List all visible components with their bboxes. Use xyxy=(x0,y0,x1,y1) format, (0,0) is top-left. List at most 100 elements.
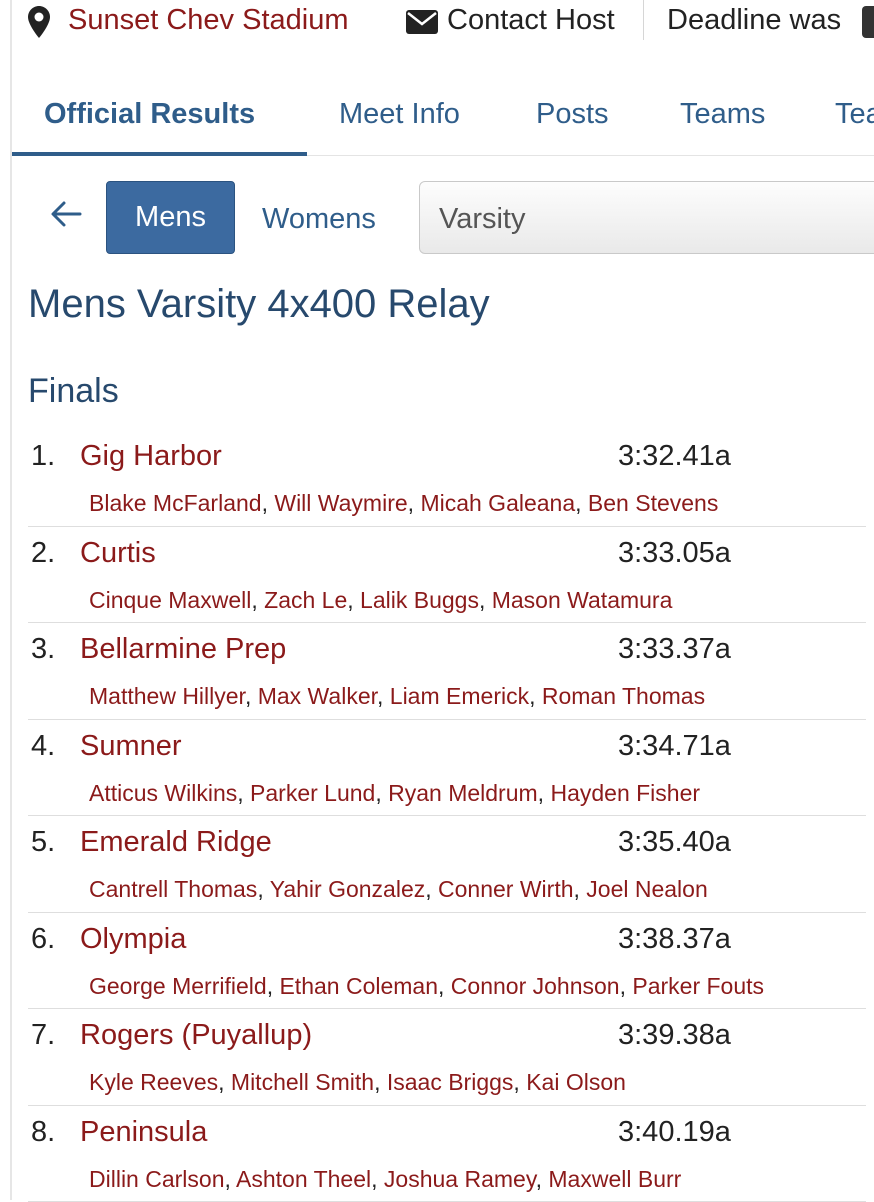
athlete-link[interactable]: Liam Emerick xyxy=(390,683,529,709)
separator: , xyxy=(237,780,250,806)
team-link[interactable]: Bellarmine Prep xyxy=(80,633,286,666)
separator: , xyxy=(538,780,551,806)
athlete-link[interactable]: George Merrifield xyxy=(89,973,267,999)
separator: , xyxy=(257,876,269,902)
athlete-link[interactable]: Isaac Briggs xyxy=(387,1069,514,1095)
athlete-link[interactable]: Ryan Meldrum xyxy=(388,780,538,806)
result-row: 4. Sumner 3:34.71a Atticus Wilkins, Parker … xyxy=(28,720,866,817)
athlete-link[interactable]: Ethan Coleman xyxy=(279,973,438,999)
deadline-text: Deadline was xyxy=(667,4,841,37)
athletes-list: Matthew Hillyer, Max Walker, Liam Emeric… xyxy=(89,683,705,710)
team-link[interactable]: Emerald Ridge xyxy=(80,826,272,859)
result-time: 3:34.71a xyxy=(618,730,731,763)
arrow-left-icon[interactable] xyxy=(50,200,82,233)
separator: , xyxy=(425,876,438,902)
place-number: 1. xyxy=(31,440,55,473)
mens-button[interactable]: Mens xyxy=(106,181,235,254)
envelope-icon[interactable] xyxy=(406,10,438,39)
athlete-link[interactable]: Ben Stevens xyxy=(588,490,718,516)
result-row: 5.Emerald Ridge3:35.40aCantrell Thomas, … xyxy=(28,816,866,913)
athletes-list: Atticus Wilkins, Parker Lund, Ryan Meldr… xyxy=(89,780,700,807)
contact-host-link[interactable]: Contact Host xyxy=(447,4,615,37)
separator: , xyxy=(575,490,588,516)
separator: , xyxy=(218,1069,231,1095)
team-link[interactable]: Olympia xyxy=(80,923,186,956)
athlete-link[interactable]: Atticus Wilkins xyxy=(89,780,237,806)
athlete-link[interactable]: Yahir Gonzalez xyxy=(270,876,426,902)
separator: , xyxy=(374,1069,387,1095)
athlete-link[interactable]: Cantrell Thomas xyxy=(89,876,257,902)
team-link[interactable]: Gig Harbor xyxy=(80,440,222,473)
separator: , xyxy=(574,876,587,902)
place-number: 5. xyxy=(31,826,55,859)
athletes-list: Cantrell Thomas, Yahir Gonzalez, Conner … xyxy=(89,876,708,903)
athlete-link[interactable]: Blake McFarland xyxy=(89,490,262,516)
team-link[interactable]: Rogers (Puyallup) xyxy=(80,1019,312,1052)
athlete-link[interactable]: Connor Johnson xyxy=(451,973,620,999)
athlete-link[interactable]: Hayden Fisher xyxy=(550,780,700,806)
separator: , xyxy=(224,1166,236,1192)
athlete-link[interactable]: Maxwell Burr xyxy=(548,1166,681,1192)
separator: , xyxy=(347,587,360,613)
result-time: 3:32.41a xyxy=(618,440,731,473)
results-list: 1. Gig Harbor 3:32.41a Blake McFarland, Wil… xyxy=(28,430,866,1202)
result-row: 7.Rogers (Puyallup)3:39.38aKyle Reeves, … xyxy=(28,1009,866,1106)
place-number: 8. xyxy=(31,1116,55,1149)
separator: , xyxy=(375,780,388,806)
separator: , xyxy=(513,1069,526,1095)
result-time: 3:33.37a xyxy=(618,633,731,666)
team-link[interactable]: Curtis xyxy=(80,537,156,570)
place-number: 2. xyxy=(31,537,55,570)
round-heading: Finals xyxy=(28,372,119,411)
athletes-list: George Merrifield, Ethan Coleman, Connor… xyxy=(89,973,764,1000)
place-number: 4. xyxy=(31,730,55,763)
place-number: 6. xyxy=(31,923,55,956)
info-icon xyxy=(862,6,874,38)
athlete-link[interactable]: Micah Galeana xyxy=(420,490,575,516)
tab-posts[interactable]: Posts xyxy=(536,98,609,131)
level-select-value: Varsity xyxy=(439,203,525,236)
athletes-list: Kyle Reeves, Mitchell Smith, Isaac Brigg… xyxy=(89,1069,626,1096)
athlete-link[interactable]: Ashton Theel xyxy=(236,1166,371,1192)
tab-meet-info[interactable]: Meet Info xyxy=(339,98,460,131)
athlete-link[interactable]: Parker Fouts xyxy=(632,973,764,999)
tab-official-results[interactable]: Official Results xyxy=(44,98,255,131)
separator: , xyxy=(408,490,421,516)
athlete-link[interactable]: Lalik Buggs xyxy=(360,587,479,613)
athlete-link[interactable]: Joel Nealon xyxy=(586,876,707,902)
athlete-link[interactable]: Cinque Maxwell xyxy=(89,587,251,613)
athlete-link[interactable]: Mitchell Smith xyxy=(231,1069,374,1095)
athlete-link[interactable]: Max Walker xyxy=(258,683,377,709)
athlete-link[interactable]: Zach Le xyxy=(264,587,347,613)
athlete-link[interactable]: Will Waymire xyxy=(274,490,407,516)
result-row: 1. Gig Harbor 3:32.41a Blake McFarland, Wil… xyxy=(28,430,866,527)
athletes-list: Blake McFarland, Will Waymire, Micah Gal… xyxy=(89,490,718,517)
athlete-link[interactable]: Matthew Hillyer xyxy=(89,683,245,709)
level-select[interactable]: Varsity xyxy=(419,181,874,254)
athlete-link[interactable]: Kai Olson xyxy=(526,1069,626,1095)
athlete-link[interactable]: Conner Wirth xyxy=(438,876,573,902)
tab-team-scores[interactable]: Tea xyxy=(835,98,874,131)
venue-link[interactable]: Sunset Chev Stadium xyxy=(68,4,348,37)
athlete-link[interactable]: Kyle Reeves xyxy=(89,1069,218,1095)
team-link[interactable]: Sumner xyxy=(80,730,182,763)
athlete-link[interactable]: Dillin Carlson xyxy=(89,1166,224,1192)
event-title: Mens Varsity 4x400 Relay xyxy=(28,282,490,327)
separator: , xyxy=(438,973,451,999)
team-link[interactable]: Peninsula xyxy=(80,1116,207,1149)
tab-bar: Official Results Meet Info Posts Teams T… xyxy=(12,94,874,158)
womens-button[interactable]: Womens xyxy=(262,203,376,236)
athletes-list: Cinque Maxwell, Zach Le, Lalik Buggs, Ma… xyxy=(89,587,672,614)
result-time: 3:39.38a xyxy=(618,1019,731,1052)
separator: , xyxy=(245,683,258,709)
athlete-link[interactable]: Parker Lund xyxy=(250,780,375,806)
athlete-link[interactable]: Joshua Ramey xyxy=(384,1166,536,1192)
athlete-link[interactable]: Roman Thomas xyxy=(542,683,705,709)
separator: , xyxy=(251,587,264,613)
divider xyxy=(643,0,644,40)
separator: , xyxy=(267,973,280,999)
tab-teams[interactable]: Teams xyxy=(680,98,765,131)
active-tab-indicator xyxy=(12,152,307,156)
athlete-link[interactable]: Mason Watamura xyxy=(492,587,673,613)
place-number: 3. xyxy=(31,633,55,666)
